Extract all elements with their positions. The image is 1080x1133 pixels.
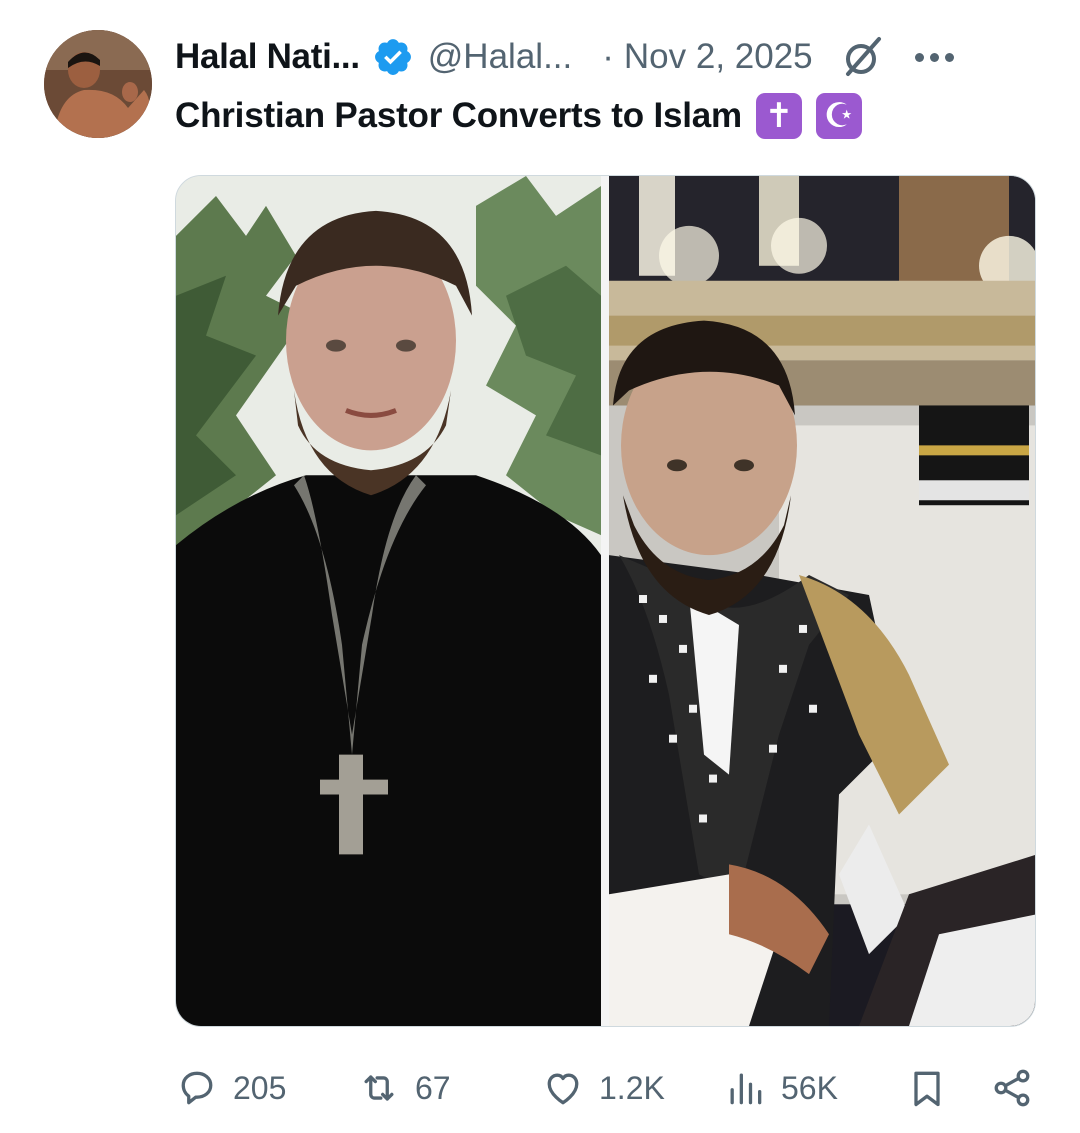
bookmark-icon bbox=[914, 1071, 940, 1107]
verified-badge-icon[interactable] bbox=[372, 36, 414, 78]
like-count: 1.2K bbox=[599, 1069, 665, 1106]
views-button[interactable]: 56K bbox=[723, 1060, 838, 1116]
latin-cross-emoji-icon: ✝ bbox=[755, 93, 802, 139]
separator-dot: · bbox=[602, 37, 614, 76]
reply-icon bbox=[181, 1071, 213, 1105]
mecca-photo[interactable] bbox=[609, 176, 1035, 1026]
star-and-crescent-emoji-icon: ☪ bbox=[815, 93, 862, 139]
share-icon bbox=[994, 1069, 1030, 1107]
post-text-row: Christian Pastor Converts to Islam ✝ ☪ bbox=[175, 88, 862, 144]
more-icon[interactable] bbox=[914, 47, 959, 67]
reply-count: 205 bbox=[233, 1069, 287, 1106]
post-header: Halal Nati... @Halal... · Nov 2, 2025 bbox=[175, 30, 1040, 84]
action-bar: 205 67 1.2K 56K bbox=[175, 1060, 1036, 1116]
post-card[interactable]: Halal Nati... @Halal... · Nov 2, 2025 Ch… bbox=[0, 0, 1080, 1133]
reply-button[interactable]: 205 bbox=[175, 1060, 286, 1116]
repost-count: 67 bbox=[415, 1069, 451, 1106]
share-button[interactable] bbox=[990, 1060, 1034, 1116]
grok-icon[interactable] bbox=[839, 33, 887, 81]
post-date[interactable]: Nov 2, 2025 bbox=[624, 37, 813, 77]
repost-button[interactable]: 67 bbox=[357, 1060, 451, 1116]
author-display-name[interactable]: Halal Nati... bbox=[175, 37, 360, 77]
repost-icon bbox=[364, 1075, 394, 1101]
author-avatar[interactable] bbox=[44, 30, 152, 138]
author-handle[interactable]: @Halal... bbox=[428, 37, 572, 77]
views-icon bbox=[730, 1073, 762, 1105]
views-count: 56K bbox=[781, 1069, 838, 1106]
image-divider bbox=[601, 176, 609, 1026]
post-text: Christian Pastor Converts to Islam bbox=[175, 96, 742, 135]
like-button[interactable]: 1.2K bbox=[541, 1060, 665, 1116]
avatar-image bbox=[44, 30, 152, 138]
bookmark-button[interactable] bbox=[905, 1060, 949, 1116]
pastor-photo[interactable] bbox=[176, 176, 601, 1026]
heart-icon bbox=[547, 1073, 579, 1105]
post-media[interactable] bbox=[175, 175, 1036, 1027]
